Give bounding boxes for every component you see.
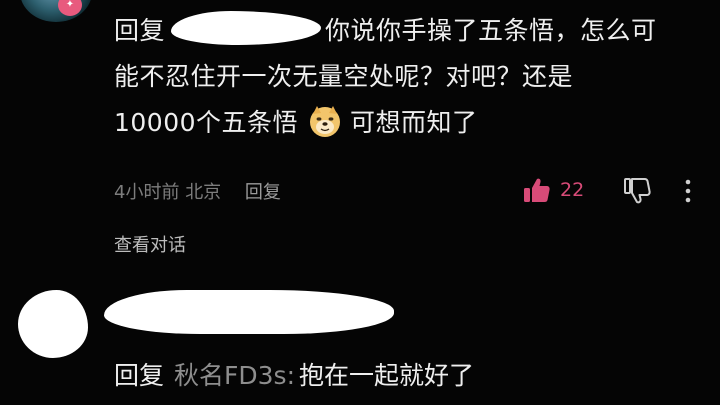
more-options-icon[interactable] xyxy=(680,177,696,205)
redacted-username[interactable] xyxy=(171,11,322,45)
reply-comment-body: 抱在一起就好了 xyxy=(299,361,475,390)
view-conversation-link[interactable]: 查看对话 xyxy=(114,231,186,257)
reply-prefix-2: 回复 xyxy=(114,361,165,390)
reply-commenter-avatar[interactable] xyxy=(18,290,88,358)
reply-comment-text: 回复 秋名FD3s: 抱在一起就好了 xyxy=(114,356,474,392)
comment-line-1: 回复 你说你手操了五条悟，怎么可 xyxy=(114,8,704,54)
thumbs-down-icon[interactable] xyxy=(622,176,652,206)
thumbs-up-icon xyxy=(524,178,550,202)
comment-location: 北京 xyxy=(185,182,222,203)
comment-line-3: 10000个五条悟 可想而知了 xyxy=(114,100,704,146)
comment-text-line-1: 你说你手操了五条悟，怎么可 xyxy=(325,16,657,45)
reply-button[interactable]: 回复 xyxy=(245,182,281,203)
comment-line-2: 能不忍住开一次无量空处呢？对吧？还是 xyxy=(114,54,704,100)
comment-time: 4小时前 xyxy=(114,182,180,203)
comment-text-line-2: 能不忍住开一次无量空处呢？对吧？还是 xyxy=(114,62,574,91)
redacted-reply-username[interactable] xyxy=(104,290,394,334)
like-button[interactable]: 22 xyxy=(522,174,584,206)
doge-emoji-icon xyxy=(310,106,341,137)
mention-username[interactable]: 秋名FD3s: xyxy=(174,361,295,390)
reply-prefix: 回复 xyxy=(114,16,166,45)
comment-text: 回复 你说你手操了五条悟，怎么可 能不忍住开一次无量空处呢？对吧？还是 10000… xyxy=(114,8,704,146)
comment-text-line-3a: 10000个五条悟 xyxy=(114,108,299,137)
comment-meta: 4小时前 北京 回复 xyxy=(114,178,281,204)
like-count: 22 xyxy=(560,179,585,201)
comment-text-line-3b: 可想而知了 xyxy=(350,108,478,137)
comment-screen: ✦ 回复 你说你手操了五条悟，怎么可 能不忍住开一次无量空处呢？对吧？还是 100… xyxy=(0,0,720,405)
